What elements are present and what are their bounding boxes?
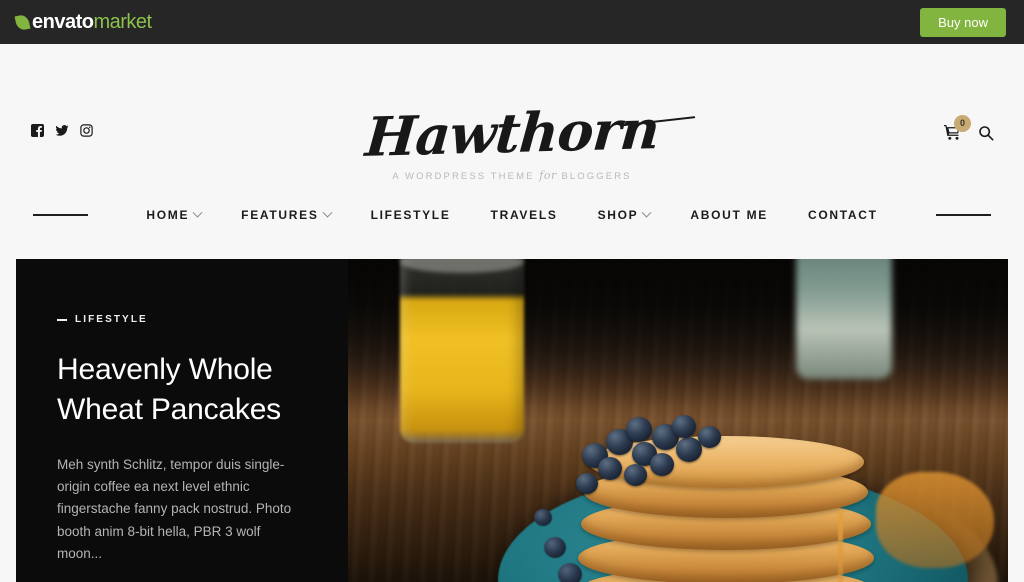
nav-label: HOME xyxy=(146,208,190,222)
blueberry xyxy=(626,417,652,442)
pancake-stack-object xyxy=(576,415,994,582)
blueberry xyxy=(544,537,566,558)
blueberry xyxy=(650,453,674,476)
nav-item-contact[interactable]: CONTACT xyxy=(788,208,898,222)
blueberry xyxy=(598,457,622,480)
envato-wordmark: envato xyxy=(32,10,94,33)
site-logo-wordmark: Hawthorn xyxy=(362,97,662,169)
syrup-pour xyxy=(876,472,994,568)
chevron-down-icon xyxy=(192,207,203,218)
market-wordmark: market xyxy=(93,10,152,33)
featured-post-hero: LIFESTYLE Heavenly Whole Wheat Pancakes … xyxy=(16,259,1008,582)
header-tools: 0 xyxy=(943,115,994,146)
orange-juice-glass-object xyxy=(400,259,524,443)
syrup-drip xyxy=(838,510,843,582)
blueberry xyxy=(534,509,552,526)
featured-post-text-panel: LIFESTYLE Heavenly Whole Wheat Pancakes … xyxy=(16,259,348,582)
envato-logo[interactable]: envato market xyxy=(14,10,152,34)
leaf-icon xyxy=(14,13,31,31)
social-links xyxy=(31,124,93,137)
post-category-label[interactable]: LIFESTYLE xyxy=(57,314,306,325)
twitter-icon[interactable] xyxy=(55,124,69,137)
buy-now-button[interactable]: Buy now xyxy=(920,7,1006,37)
nav-item-features[interactable]: FEATURES xyxy=(221,207,350,222)
post-excerpt: Meh synth Schlitz, tempor duis single-or… xyxy=(57,456,292,561)
site-tagline: A WORDPRESS THEME for BLOGGERS xyxy=(0,169,1024,182)
nav-label: ABOUT ME xyxy=(690,208,768,222)
page-root: envato market Buy now 0 Hawthorn A WORDP… xyxy=(0,0,1024,582)
envato-market-bar: envato market Buy now xyxy=(0,0,1024,44)
nav-label: LIFESTYLE xyxy=(370,208,451,222)
post-title[interactable]: Heavenly Whole Wheat Pancakes xyxy=(57,350,306,430)
shopping-cart-icon[interactable]: 0 xyxy=(943,115,971,146)
nav-label: CONTACT xyxy=(807,208,878,222)
cart-count-badge: 0 xyxy=(954,115,971,132)
site-header: 0 Hawthorn A WORDPRESS THEME for BLOGGER… xyxy=(0,44,1024,259)
nav-rule-left xyxy=(33,214,89,216)
nav-rule-right xyxy=(935,214,992,216)
blueberry xyxy=(672,415,696,438)
nav-list: HOME FEATURES LIFESTYLE TRAVELS SHOP ABO… xyxy=(126,207,898,222)
dash-icon xyxy=(57,318,67,321)
nav-label: TRAVELS xyxy=(490,208,558,222)
blueberry xyxy=(698,426,721,448)
facebook-icon[interactable] xyxy=(31,124,44,137)
tagline-part-2: BLOGGERS xyxy=(561,171,632,182)
main-navigation: HOME FEATURES LIFESTYLE TRAVELS SHOP ABO… xyxy=(0,207,1024,222)
nav-item-lifestyle[interactable]: LIFESTYLE xyxy=(351,208,471,222)
instagram-icon[interactable] xyxy=(80,124,93,137)
chevron-down-icon xyxy=(322,207,333,218)
nav-item-about-me[interactable]: ABOUT ME xyxy=(670,208,788,222)
site-branding[interactable]: Hawthorn A WORDPRESS THEME for BLOGGERS xyxy=(0,44,1024,182)
blueberry xyxy=(576,473,598,494)
teal-cup-object xyxy=(796,259,892,379)
nav-label: FEATURES xyxy=(241,208,319,222)
chevron-down-icon xyxy=(641,207,652,218)
tagline-for: for xyxy=(539,169,557,182)
nav-label: SHOP xyxy=(597,208,639,222)
featured-post-image[interactable] xyxy=(348,259,1008,582)
nav-item-travels[interactable]: TRAVELS xyxy=(471,208,578,222)
nav-item-home[interactable]: HOME xyxy=(126,207,221,222)
category-text: LIFESTYLE xyxy=(75,314,148,325)
blueberry xyxy=(624,464,647,486)
search-icon[interactable] xyxy=(978,125,994,146)
nav-item-shop[interactable]: SHOP xyxy=(578,207,671,222)
tagline-part-1: A WORDPRESS THEME xyxy=(392,171,535,182)
blueberry xyxy=(558,563,582,582)
